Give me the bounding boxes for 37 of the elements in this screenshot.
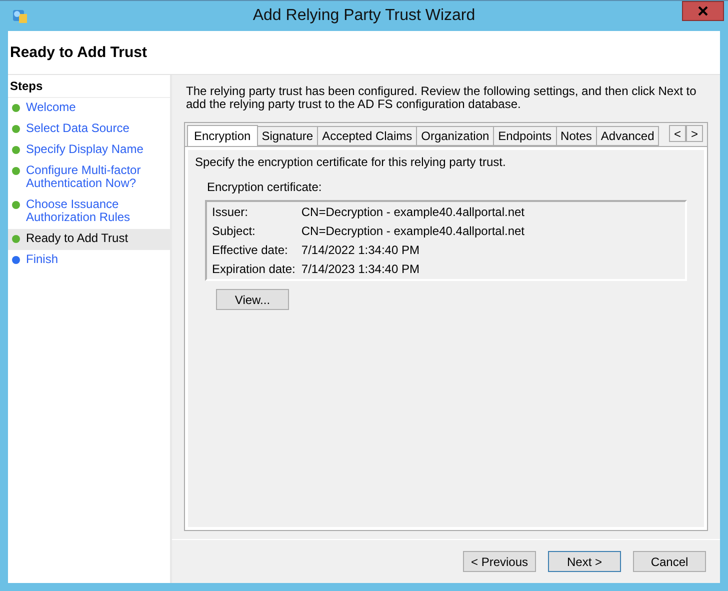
view-button[interactable]: View... xyxy=(216,289,289,310)
field-label: Issuer: xyxy=(212,205,250,219)
tab[interactable]: Organization xyxy=(416,126,494,146)
field-value: 7/14/2022 1:34:40 PM xyxy=(301,243,420,257)
group-label: Encryption certificate: xyxy=(207,180,323,194)
step-item[interactable]: Configure Multi-factor Authentication Now? xyxy=(8,161,170,195)
step-item[interactable]: Ready to Add Trust xyxy=(8,229,170,250)
tab[interactable]: Accepted Claims xyxy=(317,126,418,146)
step-item[interactable]: Welcome xyxy=(8,98,170,119)
window-title: Add Relying Party Trust Wizard xyxy=(252,7,476,25)
steps-heading: Steps xyxy=(8,75,170,98)
intro-text: The relying party trust has been configured. Review the following settings, and then click Next to add the relying party trust to the AD FS configuration database. xyxy=(185,85,698,111)
step-item[interactable]: Choose Issuance Authorization Rules xyxy=(8,195,170,229)
tab[interactable]: Notes xyxy=(556,126,597,146)
field-label: Effective date: xyxy=(212,243,289,257)
close-button[interactable] xyxy=(682,1,724,21)
app-icon xyxy=(11,7,29,25)
wizard-button[interactable]: Cancel xyxy=(633,551,706,572)
tab[interactable]: Signature xyxy=(256,126,318,146)
step-item[interactable]: Specify Display Name xyxy=(8,140,170,161)
step-item[interactable]: Finish xyxy=(8,250,170,271)
field-value: 7/14/2023 1:34:40 PM xyxy=(301,262,420,276)
tab[interactable]: Advanced xyxy=(596,126,660,146)
step-item[interactable]: Select Data Source xyxy=(8,119,170,140)
field-label: Expiration date: xyxy=(212,262,296,276)
field-value: CN=Decryption - example40.4allportal.net xyxy=(301,224,526,238)
wizard-button[interactable]: Next > xyxy=(548,551,621,572)
field-value: CN=Decryption - example40.4allportal.net xyxy=(301,205,526,219)
panel-description: Specify the encryption certificate for this relying party trust. xyxy=(195,155,507,169)
page-heading: Ready to Add Trust xyxy=(10,44,147,61)
tab[interactable]: Encryption xyxy=(187,125,258,146)
tab[interactable]: Endpoints xyxy=(493,126,557,146)
tab-scroll-button[interactable]: < xyxy=(669,125,686,142)
tab-scroll-button[interactable]: > xyxy=(686,125,703,142)
close-icon xyxy=(698,6,708,16)
wizard-button[interactable]: < Previous xyxy=(463,551,536,572)
field-label: Subject: xyxy=(212,224,256,238)
